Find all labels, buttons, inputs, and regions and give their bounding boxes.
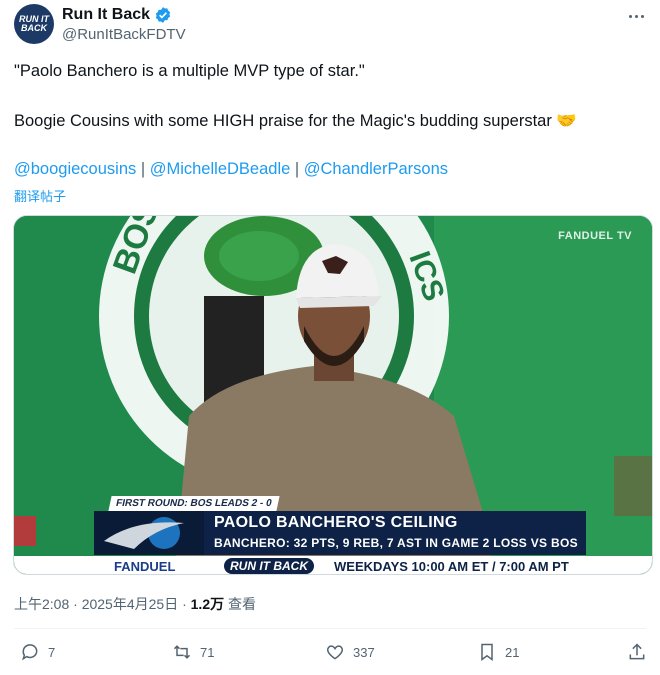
- reply-icon: [22, 644, 38, 661]
- share-button[interactable]: [627, 642, 647, 662]
- name-row: Run It Back: [62, 6, 172, 24]
- retweet-button[interactable]: 71: [172, 642, 214, 662]
- like-count: 337: [353, 644, 375, 660]
- lower-third: FIRST ROUND: BOS LEADS 2 - 0 PAOLO BANCH…: [14, 496, 652, 574]
- mention-separator: |: [136, 160, 150, 178]
- mention-separator: |: [290, 160, 304, 178]
- translate-post-link[interactable]: 翻译帖子: [14, 186, 66, 205]
- mention-links: @boogiecousins | @MichelleDBeadle | @Cha…: [14, 160, 448, 179]
- retweet-count: 71: [200, 644, 215, 660]
- verified-badge-icon: [155, 7, 171, 23]
- action-bar: 7 71 337 21: [0, 640, 660, 670]
- tweet-text-line-2: Boogie Cousins with some HIGH praise for…: [14, 112, 577, 130]
- display-name[interactable]: Run It Back: [62, 6, 150, 24]
- avatar-text: RUN IT BACK: [19, 14, 49, 33]
- mention-chandlerparsons[interactable]: @ChandlerParsons: [304, 160, 448, 178]
- tweet-meta: 上午2:08 · 2025年4月25日 · 1.2万 查看: [14, 594, 256, 614]
- more-dots-icon[interactable]: [626, 8, 646, 24]
- mention-michelledbeadle[interactable]: @MichelleDBeadle: [150, 160, 291, 178]
- schedule-text: WEEKDAYS 10:00 AM ET / 7:00 AM PT: [334, 559, 569, 574]
- divider: [14, 628, 646, 629]
- bookmark-icon: [481, 643, 493, 661]
- video-media[interactable]: BOS ICS FANDUEL TV FIRST ROUND: BOS LEAD…: [13, 215, 653, 575]
- mention-boogiecousins[interactable]: @boogiecousins: [14, 160, 136, 178]
- reply-count: 7: [48, 644, 56, 660]
- fanduel-tv-watermark: FANDUEL TV: [558, 230, 632, 242]
- heart-icon: [326, 645, 344, 660]
- tweet-header: RUN IT BACK Run It Back @RunItBackFDTV: [14, 4, 646, 48]
- tweet-text-line-1: "Paolo Banchero is a multiple MVP type o…: [14, 62, 365, 80]
- bookmark-count: 21: [505, 644, 520, 660]
- headline-text: PAOLO BANCHERO'S CEILING: [214, 514, 458, 531]
- share-icon: [629, 643, 645, 660]
- view-count: 1.2万: [190, 596, 225, 612]
- subline-text: BANCHERO: 32 PTS, 9 REB, 7 AST IN GAME 2…: [214, 536, 578, 550]
- fanduel-logo: FANDUEL: [114, 559, 176, 574]
- timestamp[interactable]: 上午2:08 · 2025年4月25日 ·: [14, 596, 191, 612]
- magic-logo: [94, 511, 204, 555]
- retweet-icon: [173, 645, 191, 659]
- bookmark-button[interactable]: 21: [477, 642, 519, 662]
- reply-button[interactable]: 7: [20, 642, 55, 662]
- handle[interactable]: @RunItBackFDTV: [62, 26, 186, 43]
- run-it-back-logo: RUN IT BACK: [224, 558, 314, 574]
- views-label: 查看: [224, 596, 256, 612]
- avatar[interactable]: RUN IT BACK: [14, 4, 54, 44]
- round-tag: FIRST ROUND: BOS LEADS 2 - 0: [108, 496, 280, 511]
- magic-logo-icon: [104, 517, 184, 549]
- like-button[interactable]: 337: [325, 642, 375, 662]
